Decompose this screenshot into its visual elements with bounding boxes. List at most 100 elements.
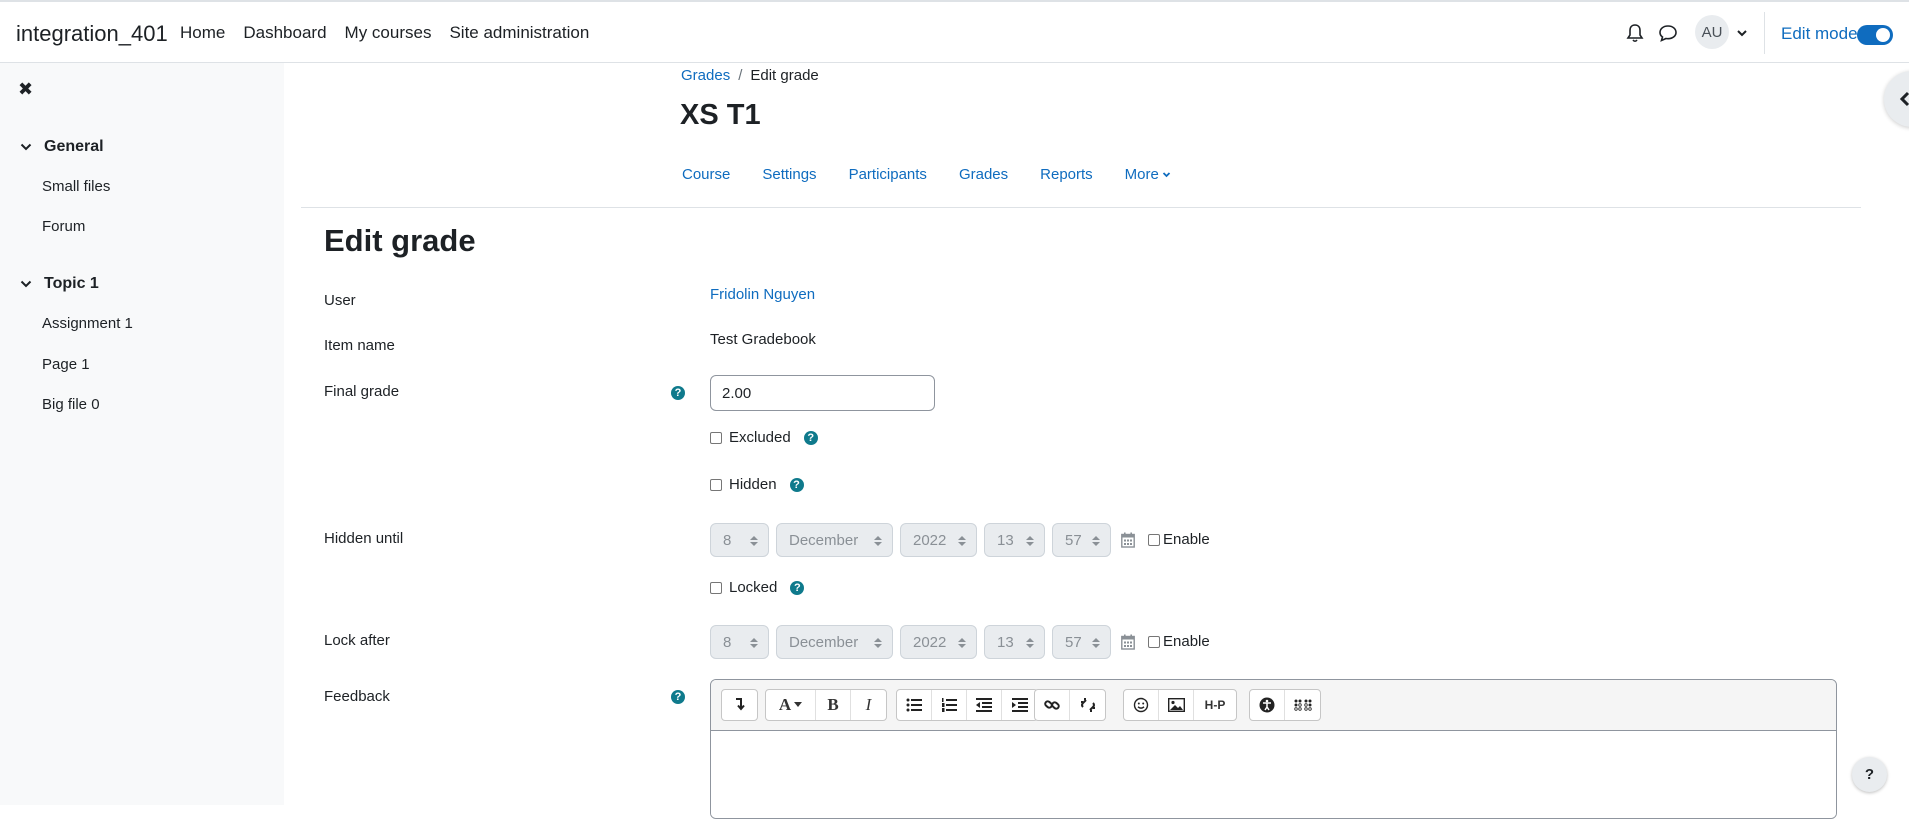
hidden-until-day-select[interactable]: 8 bbox=[710, 523, 769, 557]
font-style-icon: A bbox=[778, 695, 792, 714]
chevron-down-icon bbox=[20, 280, 32, 288]
nav-my-courses[interactable]: My courses bbox=[345, 23, 432, 43]
unlink-button[interactable] bbox=[1070, 690, 1105, 720]
user-link[interactable]: Fridolin Nguyen bbox=[710, 286, 815, 303]
sort-arrows-icon bbox=[750, 638, 758, 648]
drawer-item-forum[interactable]: Forum bbox=[42, 218, 85, 235]
help-icon[interactable]: ? bbox=[671, 386, 685, 400]
nav-site-administration[interactable]: Site administration bbox=[449, 23, 589, 43]
sort-arrows-icon bbox=[958, 536, 966, 546]
tab-course[interactable]: Course bbox=[682, 166, 730, 183]
item-name-label: Item name bbox=[324, 337, 395, 354]
ordered-list-button[interactable] bbox=[932, 690, 967, 720]
lock-after-day-select[interactable]: 8 bbox=[710, 625, 769, 659]
hidden-until-minute-select[interactable]: 57 bbox=[1052, 523, 1111, 557]
lock-after-month-select[interactable]: December bbox=[776, 625, 893, 659]
h5p-button[interactable]: H-P bbox=[1194, 690, 1236, 720]
bell-icon[interactable] bbox=[1626, 23, 1644, 43]
tab-grades[interactable]: Grades bbox=[959, 166, 1008, 183]
hidden-until-enable: Enable bbox=[1148, 531, 1210, 548]
drawer-item-small-files[interactable]: Small files bbox=[42, 178, 110, 195]
hidden-until-month-select[interactable]: December bbox=[776, 523, 893, 557]
emoji-button[interactable] bbox=[1124, 690, 1159, 720]
h5p-icon: H-P bbox=[1204, 698, 1226, 712]
enable-label: Enable bbox=[1163, 633, 1210, 650]
hidden-until-year-select[interactable]: 2022 bbox=[900, 523, 977, 557]
select-value: 57 bbox=[1065, 633, 1082, 651]
navbar-divider bbox=[1764, 12, 1765, 54]
help-icon[interactable]: ? bbox=[671, 690, 685, 704]
lock-after-hour-select[interactable]: 13 bbox=[984, 625, 1045, 659]
chevron-down-icon[interactable] bbox=[1736, 27, 1748, 39]
section-general[interactable]: General bbox=[20, 138, 104, 156]
excluded-checkbox[interactable] bbox=[710, 431, 722, 444]
screenreader-helper-button[interactable] bbox=[1285, 690, 1320, 720]
calendar-icon[interactable] bbox=[1121, 532, 1135, 548]
select-value: 13 bbox=[997, 633, 1014, 651]
drawer-item-big-file-0[interactable]: Big file 0 bbox=[42, 396, 100, 413]
hidden-until-enable-checkbox[interactable] bbox=[1148, 533, 1160, 546]
unlink-icon bbox=[1080, 698, 1095, 712]
unordered-list-button[interactable] bbox=[897, 690, 932, 720]
tab-settings[interactable]: Settings bbox=[762, 166, 816, 183]
section-topic-1[interactable]: Topic 1 bbox=[20, 275, 99, 293]
lock-after-minute-select[interactable]: 57 bbox=[1052, 625, 1111, 659]
help-icon[interactable]: ? bbox=[789, 477, 804, 492]
user-label: User bbox=[324, 292, 356, 309]
hidden-row: Hidden ? bbox=[710, 476, 804, 493]
text-style-button[interactable]: A bbox=[766, 690, 816, 720]
indent-button[interactable] bbox=[1002, 690, 1037, 720]
select-value: 57 bbox=[1065, 531, 1082, 549]
site-name-link[interactable]: integration_401 bbox=[16, 21, 168, 47]
bold-icon: B bbox=[827, 695, 839, 714]
select-value: 2022 bbox=[913, 633, 947, 651]
calendar-icon[interactable] bbox=[1121, 634, 1135, 650]
lock-after-label: Lock after bbox=[324, 632, 390, 649]
feedback-editor-content[interactable] bbox=[711, 731, 1836, 818]
tab-reports[interactable]: Reports bbox=[1040, 166, 1093, 183]
section-title: General bbox=[44, 138, 104, 155]
edit-mode-label: Edit mode bbox=[1781, 24, 1858, 43]
tab-more[interactable]: More bbox=[1125, 166, 1171, 183]
lock-after-year-select[interactable]: 2022 bbox=[900, 625, 977, 659]
drawer-item-page-1[interactable]: Page 1 bbox=[42, 356, 90, 373]
select-value: 2022 bbox=[913, 531, 947, 549]
hidden-checkbox[interactable] bbox=[710, 478, 722, 491]
toolbar-group: H-P bbox=[1123, 689, 1237, 721]
italic-button[interactable]: I bbox=[851, 690, 886, 720]
tab-participants[interactable]: Participants bbox=[849, 166, 927, 183]
help-icon[interactable]: ? bbox=[790, 580, 805, 595]
help-fab-button[interactable]: ? bbox=[1852, 757, 1887, 792]
lock-after-enable: Enable bbox=[1148, 633, 1210, 650]
final-grade-input[interactable] bbox=[710, 375, 935, 411]
braille-icon bbox=[1293, 699, 1312, 711]
bold-button[interactable]: B bbox=[816, 690, 851, 720]
accessibility-checker-button[interactable] bbox=[1250, 690, 1285, 720]
breadcrumb-grades[interactable]: Grades bbox=[681, 67, 730, 84]
nav-home[interactable]: Home bbox=[180, 23, 225, 43]
edit-mode-toggle[interactable] bbox=[1857, 25, 1893, 45]
item-name-value: Test Gradebook bbox=[710, 331, 816, 348]
chevron-down-icon bbox=[20, 143, 32, 151]
collapse-toolbar-button[interactable] bbox=[722, 690, 757, 720]
user-avatar[interactable]: AU bbox=[1695, 15, 1729, 49]
toggle-knob bbox=[1876, 28, 1890, 42]
hidden-until-label: Hidden until bbox=[324, 530, 404, 547]
toolbar-group: A B I bbox=[765, 689, 887, 721]
secondary-navigation: Course Settings Participants Grades Repo… bbox=[682, 166, 1203, 183]
close-icon[interactable]: ✖ bbox=[18, 80, 34, 98]
block-drawer-toggle[interactable] bbox=[1884, 71, 1909, 127]
primary-navigation: Home Dashboard My courses Site administr… bbox=[180, 23, 607, 43]
help-icon[interactable]: ? bbox=[803, 430, 818, 445]
hidden-until-hour-select[interactable]: 13 bbox=[984, 523, 1045, 557]
outdent-button[interactable] bbox=[967, 690, 1002, 720]
section-title: Topic 1 bbox=[44, 275, 99, 292]
chat-icon[interactable] bbox=[1658, 24, 1678, 42]
lock-after-enable-checkbox[interactable] bbox=[1148, 635, 1160, 648]
locked-checkbox[interactable] bbox=[710, 581, 722, 594]
image-button[interactable] bbox=[1159, 690, 1194, 720]
toolbar-group bbox=[1249, 689, 1321, 721]
drawer-item-assignment-1[interactable]: Assignment 1 bbox=[42, 315, 133, 332]
link-button[interactable] bbox=[1035, 690, 1070, 720]
nav-dashboard[interactable]: Dashboard bbox=[243, 23, 326, 43]
